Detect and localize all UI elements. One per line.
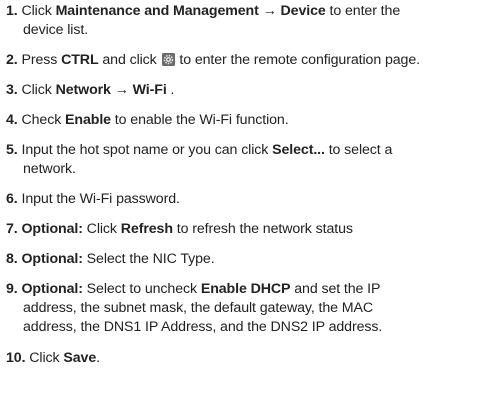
- step-8: 8. Optional: Select the NIC Type.: [6, 250, 496, 269]
- optional-label: Optional:: [21, 251, 83, 267]
- step-text-continued: network.: [23, 161, 76, 177]
- step-6: 6. Input the Wi-Fi password.: [6, 190, 496, 209]
- instruction-steps: 1. Click Maintenance and Management → De…: [0, 0, 501, 401]
- step-text: Click: [21, 82, 56, 98]
- step-text: to refresh the network status: [172, 221, 353, 237]
- step-10: 10. Click Save.: [6, 349, 496, 368]
- button-save: Save: [63, 350, 97, 366]
- step-text-continued: device list.: [23, 22, 89, 38]
- step-number: 3.: [6, 82, 18, 98]
- step-5: 5. Input the hot spot name or you can cl…: [6, 141, 496, 179]
- step-4: 4. Check Enable to enable the Wi-Fi func…: [6, 111, 496, 130]
- step-text-continued: address, the DNS1 IP Address, and the DN…: [23, 319, 383, 335]
- button-select: Select...: [272, 142, 325, 158]
- option-enable: Enable: [65, 112, 111, 128]
- arrow-separator: →: [258, 3, 281, 19]
- step-text: to select a: [324, 142, 393, 158]
- step-7: 7. Optional: Click Refresh to refresh th…: [6, 220, 496, 239]
- step-text: to enable the Wi-Fi function.: [110, 112, 289, 128]
- step-text: .: [96, 350, 100, 366]
- step-text: Click: [21, 3, 56, 19]
- step-text: Select the NIC Type.: [82, 251, 215, 267]
- step-number: 9.: [6, 281, 18, 297]
- step-number: 1.: [6, 3, 18, 19]
- step-number: 5.: [6, 142, 18, 158]
- optional-label: Optional:: [21, 281, 83, 297]
- step-text-continued: address, the subnet mask, the default ga…: [23, 300, 374, 316]
- step-text: Input the Wi-Fi password.: [21, 191, 180, 207]
- optional-label: Optional:: [21, 221, 83, 237]
- step-text: Click: [29, 350, 64, 366]
- step-text: Click: [82, 221, 121, 237]
- step-number: 10.: [6, 350, 26, 366]
- step-1: 1. Click Maintenance and Management → De…: [6, 2, 496, 40]
- step-text: and click: [98, 52, 161, 68]
- option-enable-dhcp: Enable DHCP: [200, 281, 291, 297]
- step-text: Input the hot spot name or you can click: [21, 142, 273, 158]
- settings-gear-icon: [161, 53, 175, 66]
- step-number: 6.: [6, 191, 18, 207]
- step-text: Check: [21, 112, 66, 128]
- menu-device: Device: [280, 3, 326, 19]
- step-text: Select to uncheck: [82, 281, 201, 297]
- key-ctrl: CTRL: [61, 52, 99, 68]
- step-text: Press: [21, 52, 62, 68]
- step-3: 3. Click Network → Wi-Fi .: [6, 81, 496, 100]
- step-number: 7.: [6, 221, 18, 237]
- step-number: 8.: [6, 251, 18, 267]
- menu-network: Network: [55, 82, 111, 98]
- step-text: and set the IP: [290, 281, 381, 297]
- step-text: to enter the: [325, 3, 401, 19]
- step-2: 2. Press CTRL and click to enter the rem…: [6, 51, 496, 70]
- step-9: 9. Optional: Select to uncheck Enable DH…: [6, 280, 496, 337]
- step-text: to enter the remote configuration page.: [175, 52, 420, 68]
- menu-wi-fi: Wi-Fi: [132, 82, 167, 98]
- arrow-separator: →: [110, 82, 133, 98]
- menu-maintenance-and-management: Maintenance and Management: [55, 3, 259, 19]
- step-text: .: [166, 82, 175, 98]
- step-number: 2.: [6, 52, 18, 68]
- button-refresh: Refresh: [120, 221, 173, 237]
- step-number: 4.: [6, 112, 18, 128]
